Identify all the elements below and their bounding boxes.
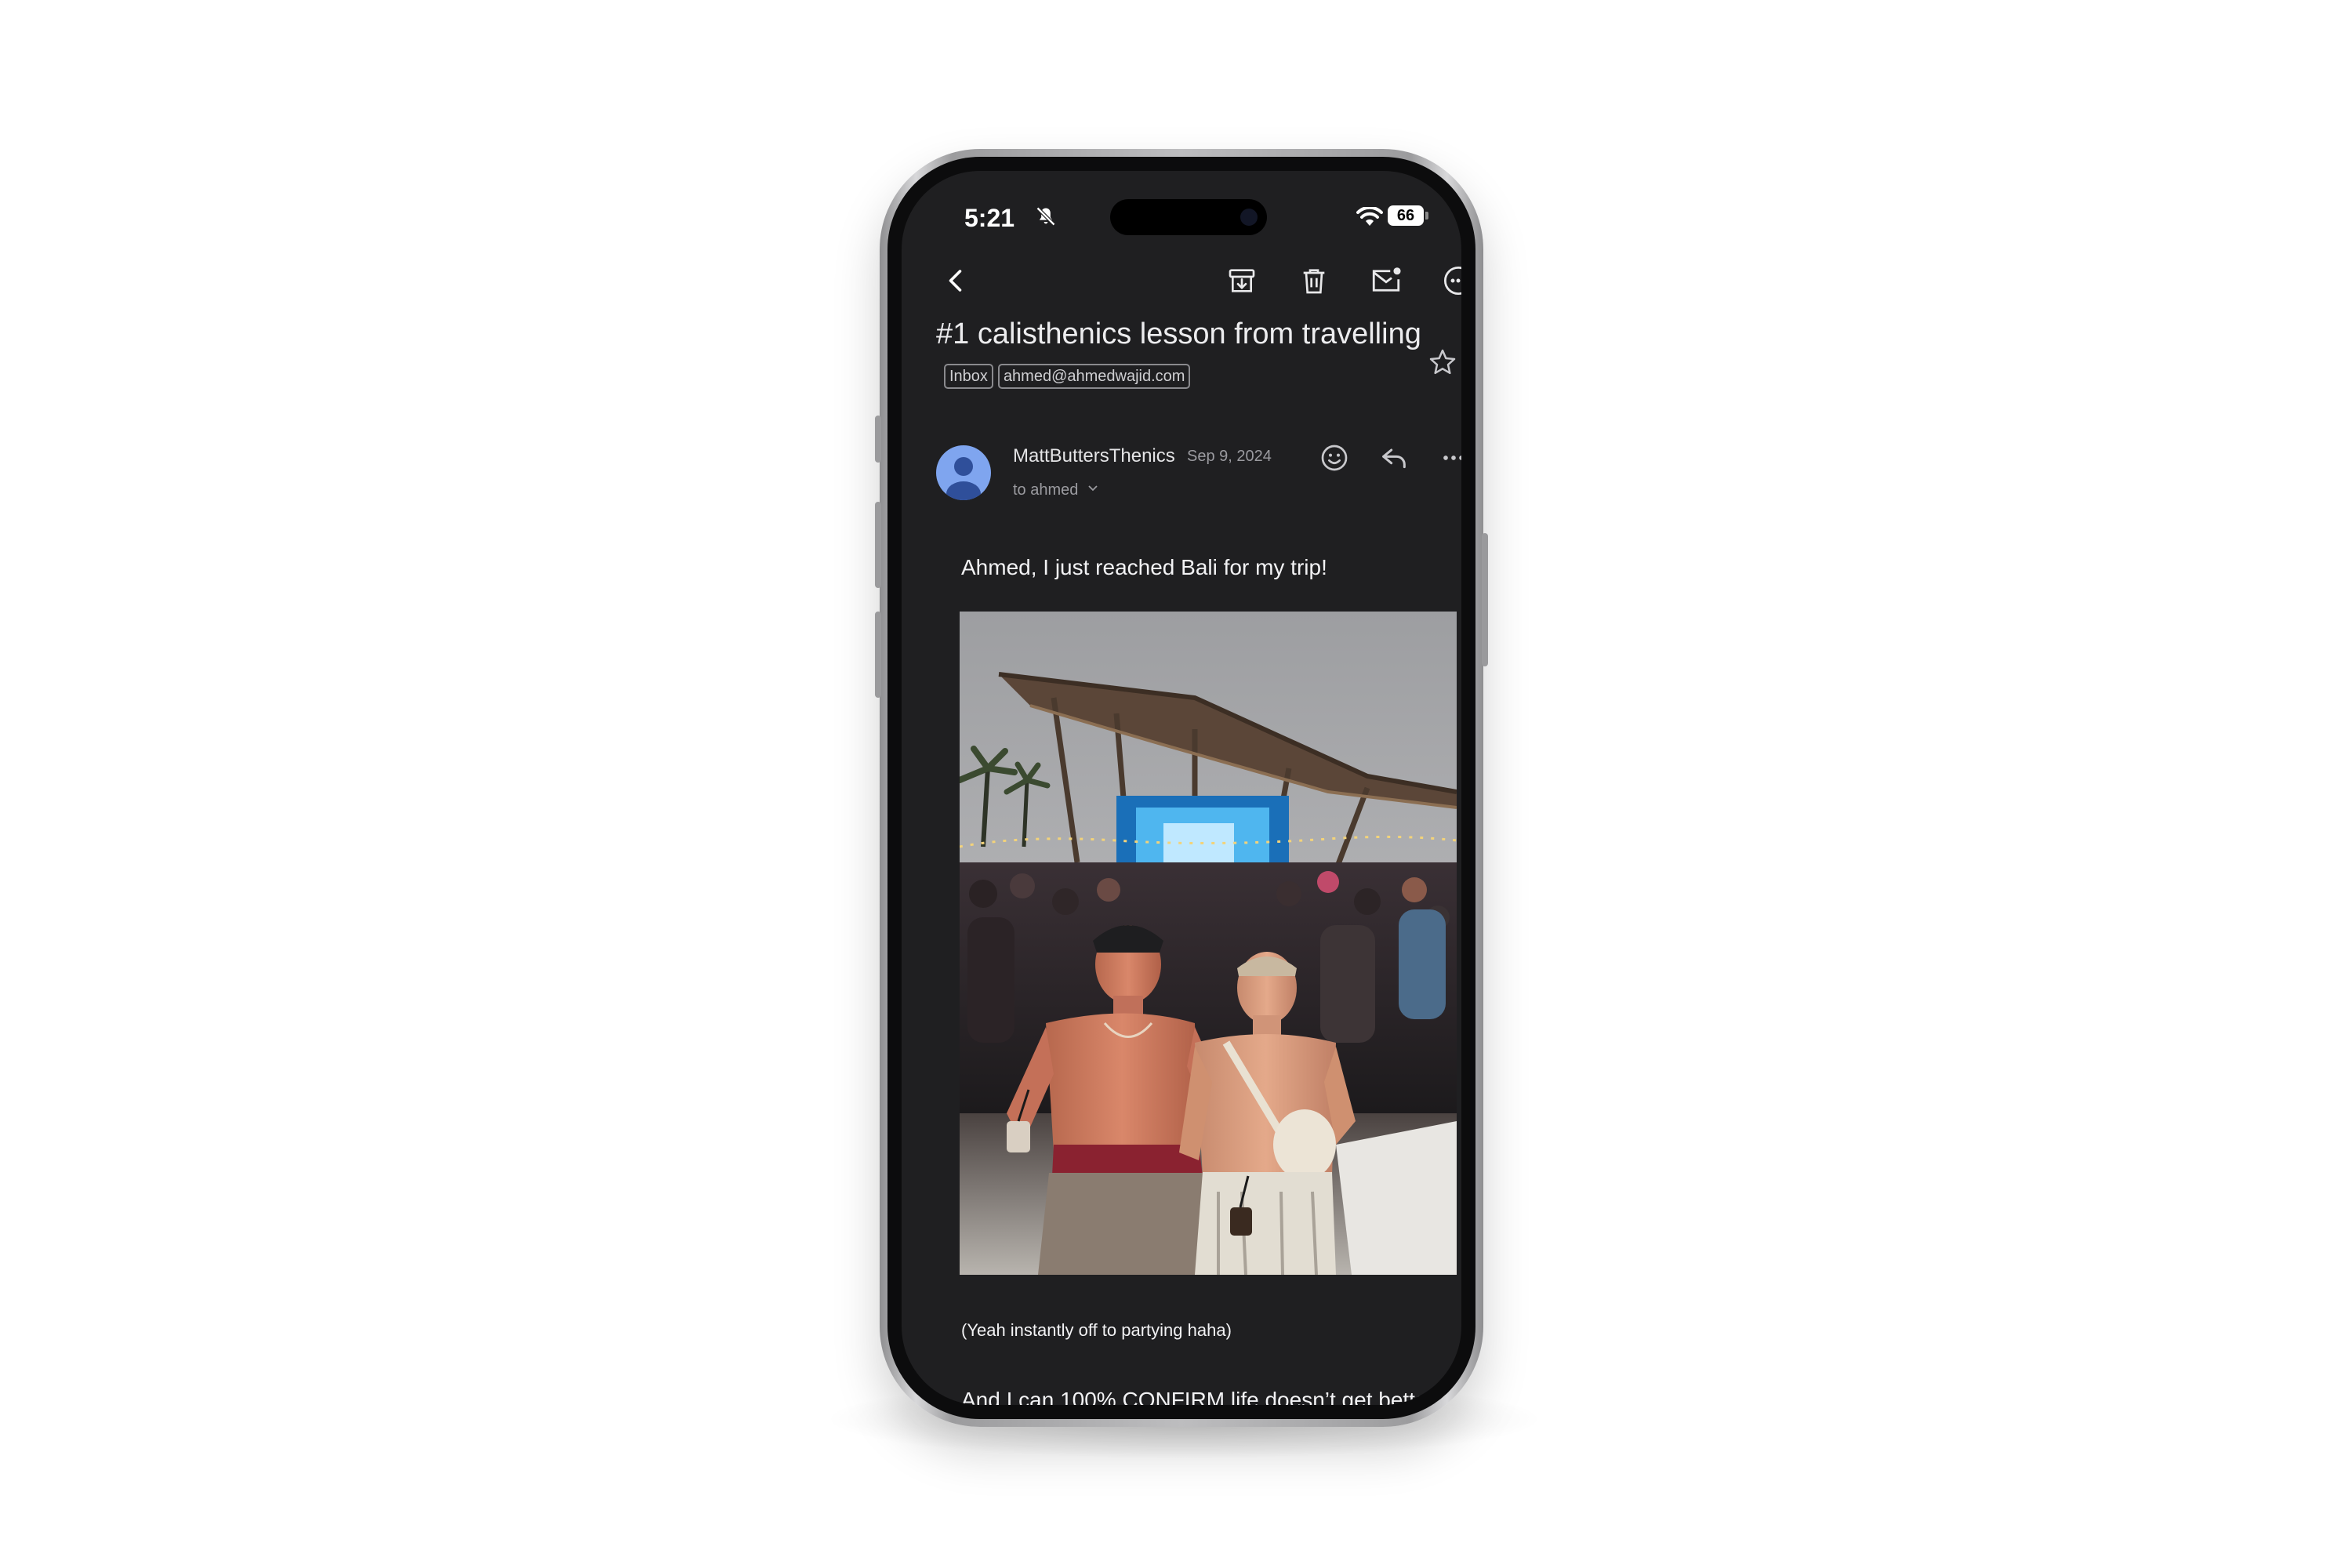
battery-tip xyxy=(1425,212,1428,220)
phone-device: 5:21 66 #1 calisthenics lesson from trav… xyxy=(875,149,1488,1427)
power-button xyxy=(1482,533,1488,666)
body-caption: (Yeah instantly off to partying haha) xyxy=(961,1320,1232,1340)
more-options-button[interactable] xyxy=(1435,257,1461,304)
avatar[interactable] xyxy=(936,445,991,500)
wifi-icon xyxy=(1356,205,1383,231)
email-subject: #1 calisthenics lesson from travelling xyxy=(936,318,1421,350)
phone-bezel: 5:21 66 #1 calisthenics lesson from trav… xyxy=(887,157,1475,1419)
battery-indicator: 66 xyxy=(1388,205,1424,226)
sender-name[interactable]: MattButtersThenics xyxy=(1013,445,1175,467)
mark-unread-button[interactable] xyxy=(1363,257,1410,304)
email-screen: 5:21 66 #1 calisthenics lesson from trav… xyxy=(902,171,1461,1405)
back-button[interactable] xyxy=(933,257,980,304)
delete-button[interactable] xyxy=(1290,257,1338,304)
archive-button[interactable] xyxy=(1218,257,1265,304)
email-date: Sep 9, 2024 xyxy=(1187,448,1272,465)
body-greeting: Ahmed, I just reached Bali for my trip! xyxy=(961,555,1327,579)
chevron-down-icon xyxy=(1087,479,1098,497)
mail-unread-icon xyxy=(1372,267,1401,292)
body-line: And I can 100% CONFIRM life doesn’t get … xyxy=(961,1388,1435,1405)
label-chip-account[interactable]: ahmed@ahmedwajid.com xyxy=(997,364,1191,389)
archive-icon xyxy=(1229,269,1255,292)
person-icon xyxy=(946,457,981,500)
action-button xyxy=(875,416,881,463)
dynamic-island xyxy=(1110,199,1267,235)
emoji-icon xyxy=(1321,445,1348,471)
more-circle-icon xyxy=(1443,266,1461,296)
message-more-button[interactable] xyxy=(1430,434,1461,481)
label-chip-inbox[interactable]: Inbox xyxy=(944,364,993,389)
recipient-label: to ahmed xyxy=(1013,481,1079,499)
volume-down-button xyxy=(875,612,881,698)
reply-icon xyxy=(1382,448,1406,469)
email-subject-block: #1 calisthenics lesson from travelling In… xyxy=(936,312,1422,400)
star-icon xyxy=(1429,349,1456,375)
add-reaction-button[interactable] xyxy=(1311,434,1358,481)
status-time: 5:21 xyxy=(964,204,1015,232)
email-photo[interactable] xyxy=(960,612,1457,1275)
party-photo-image xyxy=(960,612,1457,1275)
bell-off-icon xyxy=(1035,205,1057,231)
stage: 5:21 66 #1 calisthenics lesson from trav… xyxy=(0,0,2352,1568)
volume-up-button xyxy=(875,502,881,588)
trash-icon xyxy=(1303,269,1325,294)
more-horizontal-icon xyxy=(1443,456,1461,460)
star-button[interactable] xyxy=(1427,347,1458,382)
recipient-details[interactable]: to ahmed xyxy=(1013,479,1098,499)
front-camera xyxy=(1240,209,1258,226)
reply-button[interactable] xyxy=(1370,434,1417,481)
chevron-left-icon xyxy=(949,270,962,292)
